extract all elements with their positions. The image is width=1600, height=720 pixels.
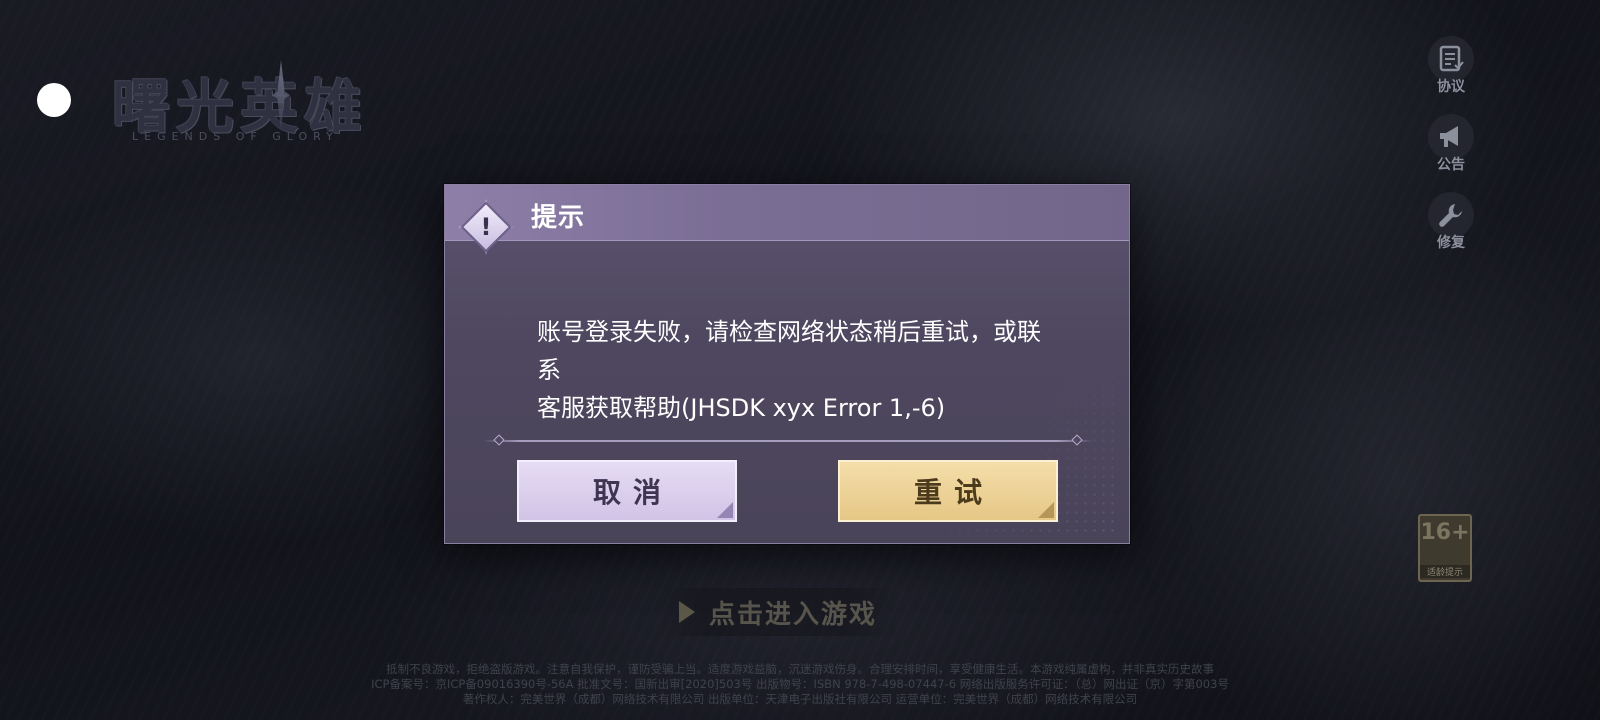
game-logo: 曙光英雄 LEGENDS OF GLORY: [112, 60, 442, 148]
age-rating-badge[interactable]: 16+ 适龄提示: [1418, 514, 1472, 582]
logo-subtitle: LEGENDS OF GLORY: [132, 130, 339, 143]
dialog-title: 提示: [531, 203, 586, 233]
agreement-button[interactable]: 协议: [1426, 36, 1476, 98]
repair-button[interactable]: 修复: [1426, 192, 1476, 254]
dialog-message-line: 客服获取帮助(JHSDK xyx Error 1,-6): [537, 394, 946, 422]
warning-icon: !: [451, 189, 521, 265]
enter-game-label: 点击进入游戏: [708, 599, 877, 630]
dialog-message: 账号登录失败，请检查网络状态稍后重试，或联系 客服获取帮助(JHSDK xyx …: [537, 313, 1057, 427]
enter-game-button[interactable]: 点击进入游戏: [658, 588, 898, 636]
footer-line: 抵制不良游戏，拒绝盗版游戏。注意自我保护，谨防受骗上当。适度游戏益脑，沉迷游戏伤…: [386, 662, 1214, 676]
dialog-divider: [483, 434, 1093, 446]
repair-label: 修复: [1437, 235, 1465, 251]
dialog-message-line: 账号登录失败，请检查网络状态稍后重试，或联系: [537, 318, 1041, 384]
play-arrow-icon: [678, 601, 695, 623]
announcement-label: 公告: [1437, 157, 1465, 173]
announcement-button[interactable]: 公告: [1426, 114, 1476, 176]
age-rating-tip: 适龄提示: [1420, 565, 1470, 578]
floating-assistant-button[interactable]: [37, 83, 71, 117]
legal-footer: 抵制不良游戏，拒绝盗版游戏。注意自我保护，谨防受骗上当。适度游戏益脑，沉迷游戏伤…: [250, 662, 1350, 707]
retry-button[interactable]: 重试: [838, 460, 1058, 522]
dialog-header: 提示: [445, 185, 1129, 241]
footer-line: 著作权人：完美世界（成都）网络技术有限公司 出版单位：天津电子出版社有限公司 运…: [462, 692, 1138, 706]
age-rating-value: 16+: [1420, 520, 1470, 545]
cancel-button[interactable]: 取消: [517, 460, 737, 522]
login-error-dialog: 提示 ! 账号登录失败，请检查网络状态稍后重试，或联系 客服获取帮助(JHSDK…: [444, 184, 1130, 544]
agreement-label: 协议: [1437, 79, 1465, 95]
footer-line: ICP备案号：京ICP备09016390号-56A 批准文号：国新出审[2020…: [371, 677, 1229, 691]
